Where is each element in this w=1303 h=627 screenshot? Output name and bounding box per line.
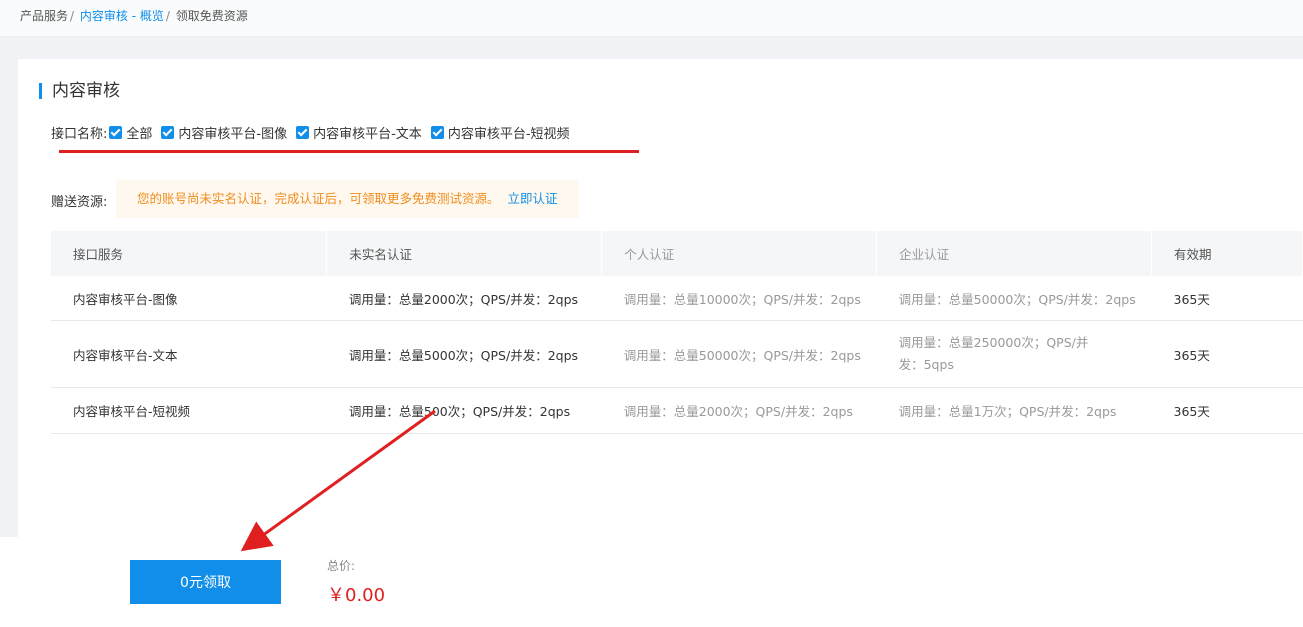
cell-personal: 调用量：总量2000次；QPS/并发：2qps bbox=[601, 387, 877, 434]
checkbox-checked-icon[interactable] bbox=[296, 126, 310, 139]
table-row: 内容审核平台-图像 调用量：总量2000次；QPS/并发：2qps 调用量：总量… bbox=[51, 276, 1303, 321]
claim-free-button[interactable]: 0元领取 bbox=[130, 560, 281, 604]
checkbox-checked-icon[interactable] bbox=[109, 126, 123, 139]
checkbox-checked-icon[interactable] bbox=[430, 126, 444, 139]
header-unverified: 未实名认证 bbox=[326, 231, 603, 276]
checkbox-label: 内容审核平台-图像 bbox=[178, 127, 288, 142]
cell-enterprise: 调用量：总量1万次；QPS/并发：2qps bbox=[876, 387, 1152, 434]
notice-text: 您的账号尚未实名认证，完成认证后，可领取更多免费测试资源。 bbox=[137, 191, 500, 206]
cell-service: 内容审核平台-图像 bbox=[51, 276, 327, 321]
cell-personal: 调用量：总量10000次；QPS/并发：2qps bbox=[601, 276, 877, 321]
cell-validity: 365天 bbox=[1151, 276, 1303, 321]
content-card: 内容审核 接口名称: 全部 内容审核平台-图像 内容审核平台-文本 内容审核平台… bbox=[18, 59, 1303, 537]
annotation-underline bbox=[59, 150, 639, 153]
cell-unverified: 调用量：总量500次；QPS/并发：2qps bbox=[326, 387, 602, 434]
breadcrumb-current: 领取免费资源 bbox=[175, 9, 248, 23]
cell-enterprise: 调用量：总量250000次；QPS/并发：5qps bbox=[876, 320, 1152, 388]
total-price-label: 总价: bbox=[327, 559, 356, 573]
interface-filter-label: 接口名称: bbox=[51, 127, 108, 142]
verification-notice: 您的账号尚未实名认证，完成认证后，可领取更多免费测试资源。 立即认证 bbox=[116, 180, 579, 218]
checkbox-text[interactable]: 内容审核平台-文本 bbox=[296, 123, 422, 142]
checkbox-label: 全部 bbox=[126, 127, 153, 142]
checkbox-image[interactable]: 内容审核平台-图像 bbox=[161, 123, 287, 142]
checkbox-label: 内容审核平台-短视频 bbox=[447, 127, 570, 142]
breadcrumb-separator: / bbox=[165, 9, 170, 23]
cell-unverified: 调用量：总量2000次；QPS/并发：2qps bbox=[326, 276, 602, 321]
interface-filter: 接口名称: 全部 内容审核平台-图像 内容审核平台-文本 内容审核平台-短视频 bbox=[51, 123, 579, 142]
breadcrumb-separator: / bbox=[70, 9, 75, 23]
checkout-bar: 0元领取 总价: ￥0.00 bbox=[0, 537, 1303, 627]
breadcrumb-bar: 产品服务 / 内容审核 - 概览 / 领取免费资源 bbox=[0, 0, 1303, 37]
header-personal: 个人认证 bbox=[601, 231, 878, 276]
total-price-value: ￥0.00 bbox=[327, 585, 386, 606]
cell-service: 内容审核平台-文本 bbox=[51, 320, 327, 388]
header-enterprise: 企业认证 bbox=[876, 231, 1153, 276]
table-header-row: 接口服务 未实名认证 个人认证 企业认证 有效期 bbox=[51, 231, 1303, 276]
cell-validity: 365天 bbox=[1151, 320, 1303, 388]
quota-table: 接口服务 未实名认证 个人认证 企业认证 有效期 内容审核平台-图像 调用量：总… bbox=[51, 231, 1303, 434]
breadcrumb-content-review-overview[interactable]: 内容审核 - 概览 bbox=[80, 9, 164, 23]
checkbox-all[interactable]: 全部 bbox=[109, 123, 152, 142]
section-title: 内容审核 bbox=[39, 80, 120, 102]
cell-validity: 365天 bbox=[1151, 387, 1303, 434]
checkbox-checked-icon[interactable] bbox=[161, 126, 175, 139]
table-row: 内容审核平台-短视频 调用量：总量500次；QPS/并发：2qps 调用量：总量… bbox=[51, 387, 1303, 434]
verify-now-link[interactable]: 立即认证 bbox=[508, 191, 558, 206]
cell-service: 内容审核平台-短视频 bbox=[51, 387, 327, 434]
breadcrumb-products: 产品服务 bbox=[20, 9, 69, 23]
gift-resource-label: 赠送资源: bbox=[51, 195, 108, 210]
breadcrumb: 产品服务 / 内容审核 - 概览 / 领取免费资源 bbox=[20, 7, 248, 24]
cell-personal: 调用量：总量50000次；QPS/并发：2qps bbox=[601, 320, 877, 388]
header-validity: 有效期 bbox=[1151, 231, 1303, 276]
cell-unverified: 调用量：总量5000次；QPS/并发：2qps bbox=[326, 320, 602, 388]
cell-enterprise: 调用量：总量50000次；QPS/并发：2qps bbox=[876, 276, 1152, 321]
table-row: 内容审核平台-文本 调用量：总量5000次；QPS/并发：2qps 调用量：总量… bbox=[51, 320, 1303, 388]
header-service: 接口服务 bbox=[51, 231, 328, 276]
checkbox-short-video[interactable]: 内容审核平台-短视频 bbox=[430, 123, 570, 142]
checkbox-label: 内容审核平台-文本 bbox=[313, 127, 422, 142]
